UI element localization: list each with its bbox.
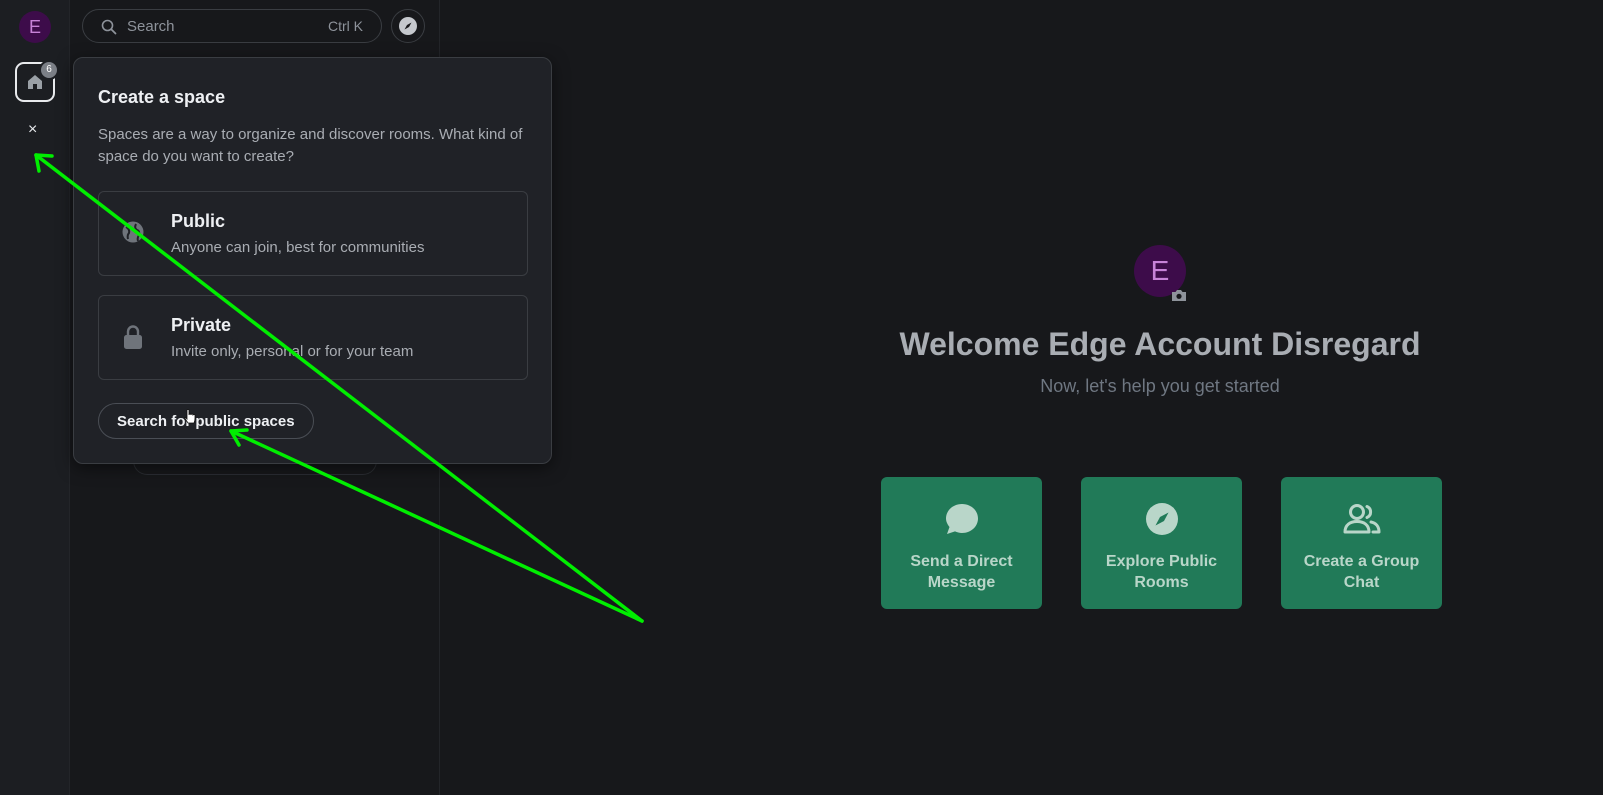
lock-icon: [124, 325, 142, 349]
welcome-subtitle: Now, let's help you get started: [1040, 376, 1280, 396]
explore-public-rooms-label: Explore Public Rooms: [1105, 553, 1218, 591]
camera-icon[interactable]: [1171, 289, 1187, 302]
private-option-title: Private: [171, 315, 232, 335]
search-placeholder: Search: [127, 18, 175, 35]
compass-icon: [399, 17, 417, 35]
create-space-popup: Create a space Spaces are a way to organ…: [73, 57, 552, 464]
create-group-chat-button[interactable]: Create a Group Chat: [1281, 477, 1442, 609]
popup-description: Spaces are a way to organize and discove…: [98, 126, 523, 165]
private-option-subtitle: Invite only, personal or for your team: [171, 343, 414, 360]
explore-public-rooms-button[interactable]: Explore Public Rooms: [1081, 477, 1242, 609]
chat-bubble-icon: [945, 504, 978, 534]
home-unread-badge: 6: [39, 60, 59, 80]
compass-icon: [1145, 503, 1178, 535]
public-space-option[interactable]: Public Anyone can join, best for communi…: [98, 191, 528, 276]
public-option-subtitle: Anyone can join, best for communities: [171, 239, 425, 256]
space-rail: E 6 ×: [0, 0, 70, 795]
search-shortcut: Ctrl K: [328, 18, 363, 34]
user-avatar[interactable]: E: [19, 11, 51, 43]
private-space-option[interactable]: Private Invite only, personal or for you…: [98, 295, 528, 380]
send-direct-message-button[interactable]: Send a Direct Message: [881, 477, 1042, 609]
group-icon: [1343, 504, 1380, 534]
search-icon: [101, 19, 117, 35]
globe-icon: [122, 221, 144, 243]
popup-title: Create a space: [98, 87, 226, 107]
send-direct-message-label: Send a Direct Message: [910, 553, 1013, 591]
public-option-title: Public: [171, 211, 226, 231]
close-icon[interactable]: ×: [28, 120, 37, 140]
explore-rooms-button[interactable]: [391, 9, 425, 43]
create-group-chat-label: Create a Group Chat: [1303, 553, 1420, 591]
welcome-title: Welcome Edge Account Disregard: [899, 326, 1421, 362]
search-input[interactable]: Search Ctrl K: [82, 9, 382, 43]
search-public-spaces-button[interactable]: Search for public spaces: [98, 403, 314, 439]
mouse-cursor-icon: [184, 409, 196, 424]
